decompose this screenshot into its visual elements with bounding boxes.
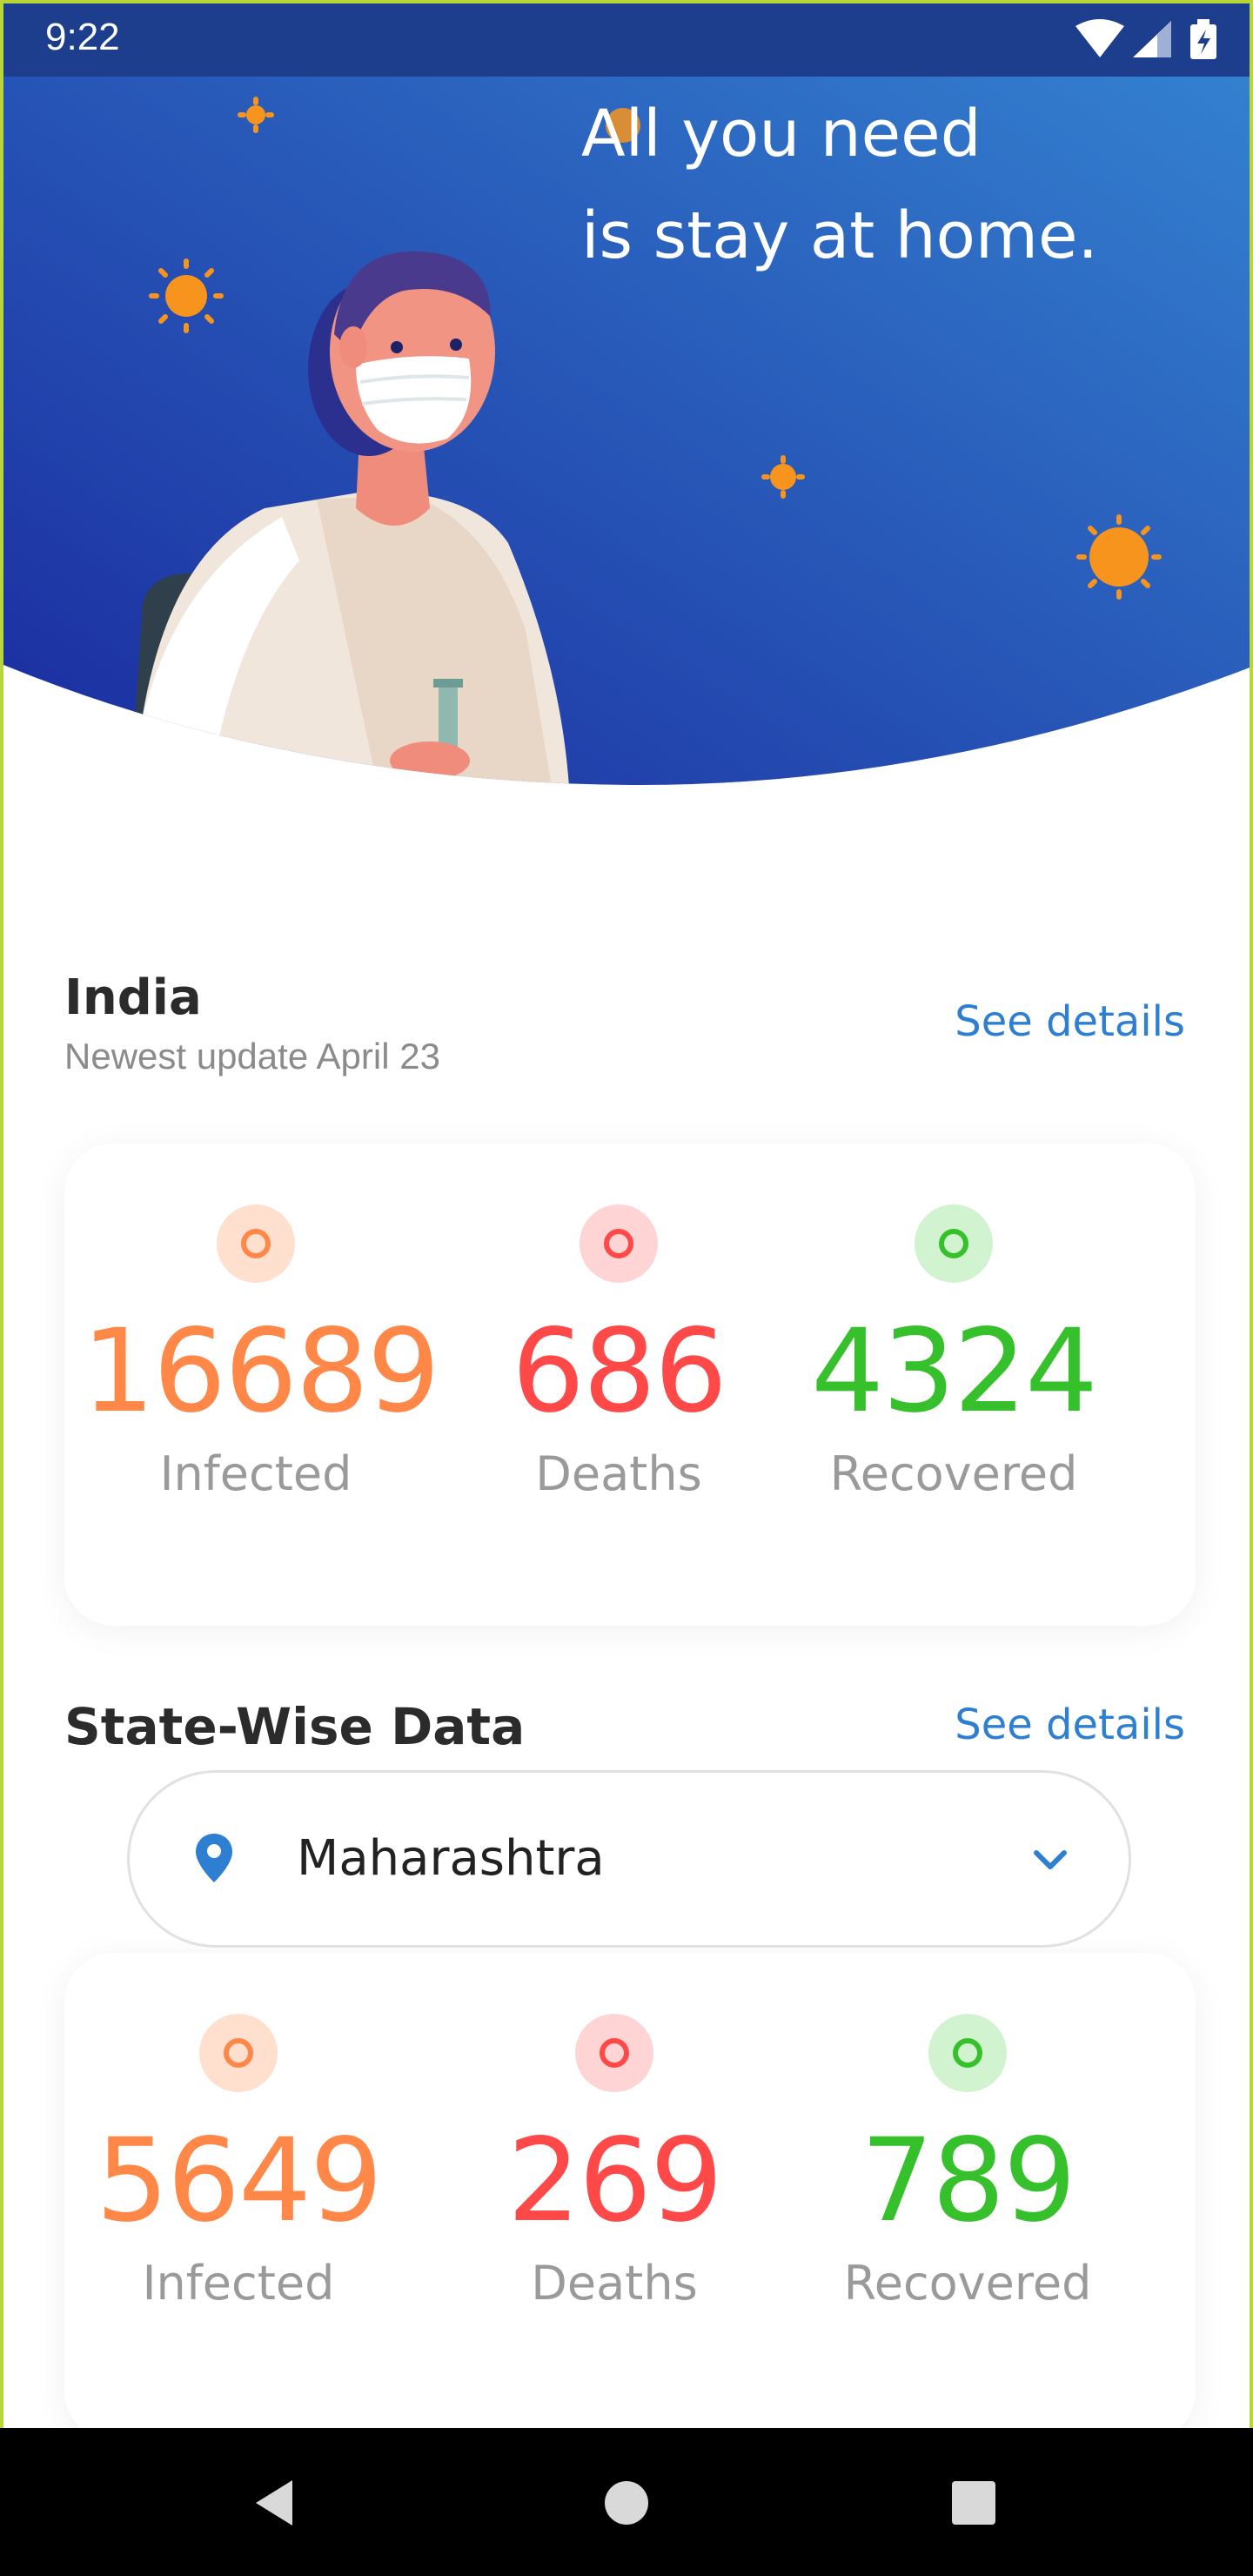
- recents-icon[interactable]: [950, 2479, 997, 2527]
- infected-dot-icon: [199, 2014, 278, 2092]
- country-update-subtitle: Newest update April 23: [64, 1036, 440, 1077]
- country-deaths-value: 686: [512, 1305, 727, 1439]
- hero-headline: All you need is stay at home.: [581, 84, 1098, 287]
- country-infected-value: 16689: [82, 1305, 440, 1439]
- country-title: India: [64, 969, 202, 1026]
- back-icon[interactable]: [252, 2479, 296, 2527]
- location-pin-icon: [196, 1834, 232, 1882]
- status-bar: 9:22: [3, 3, 1250, 77]
- state-see-details-link[interactable]: See details: [955, 1701, 1185, 1749]
- country-stat-recovered: 4324 Recovered: [780, 1204, 1128, 1501]
- state-recovered-value: 789: [861, 2114, 1076, 2248]
- state-deaths-label: Deaths: [531, 2256, 698, 2311]
- country-recovered-value: 4324: [811, 1305, 1098, 1439]
- status-time: 9:22: [45, 16, 120, 58]
- deaths-dot-icon: [580, 1204, 658, 1283]
- state-stat-recovered: 789 Recovered: [794, 2014, 1142, 2311]
- state-infected-label: Infected: [142, 2256, 335, 2311]
- country-deaths-label: Deaths: [535, 1446, 702, 1501]
- deaths-dot-icon: [575, 2014, 653, 2092]
- state-infected-value: 5649: [96, 2114, 383, 2248]
- navigation-bar: [0, 2428, 1253, 2576]
- hero-line-2: is stay at home.: [581, 198, 1099, 273]
- hero-line-1: All you need: [581, 97, 982, 171]
- state-stat-deaths: 269 Deaths: [440, 2014, 788, 2311]
- recovered-dot-icon: [928, 2014, 1007, 2092]
- selected-state-value: Maharashtra: [297, 1830, 605, 1887]
- battery-icon: [1190, 19, 1216, 59]
- country-see-details-link[interactable]: See details: [955, 997, 1185, 1046]
- country-stat-deaths: 686 Deaths: [445, 1204, 793, 1501]
- infected-dot-icon: [217, 1204, 295, 1283]
- state-section-title: State-Wise Data: [64, 1697, 526, 1756]
- state-select-dropdown[interactable]: Maharashtra: [127, 1770, 1131, 1948]
- wifi-icon: [1075, 19, 1124, 57]
- country-stats-card: 16689 Infected 686 Deaths 4324 Recovered: [64, 1144, 1196, 1626]
- country-infected-label: Infected: [159, 1446, 352, 1501]
- state-stat-infected: 5649 Infected: [64, 2014, 412, 2311]
- recovered-dot-icon: [915, 1204, 993, 1283]
- state-deaths-value: 269: [507, 2114, 723, 2248]
- state-stats-card: 5649 Infected 269 Deaths 789 Recovered: [64, 1953, 1196, 2428]
- signal-icon: [1133, 21, 1171, 57]
- country-stat-infected: 16689 Infected: [82, 1204, 440, 1501]
- country-recovered-label: Recovered: [829, 1446, 1078, 1501]
- home-icon[interactable]: [604, 2479, 649, 2527]
- status-icons: [1074, 17, 1222, 63]
- app-screen: All you need is stay at home. 9:22 India…: [0, 0, 1253, 2428]
- chevron-down-icon: [1034, 1850, 1067, 1869]
- hero-banner: All you need is stay at home.: [3, 3, 1250, 804]
- state-recovered-label: Recovered: [843, 2256, 1092, 2311]
